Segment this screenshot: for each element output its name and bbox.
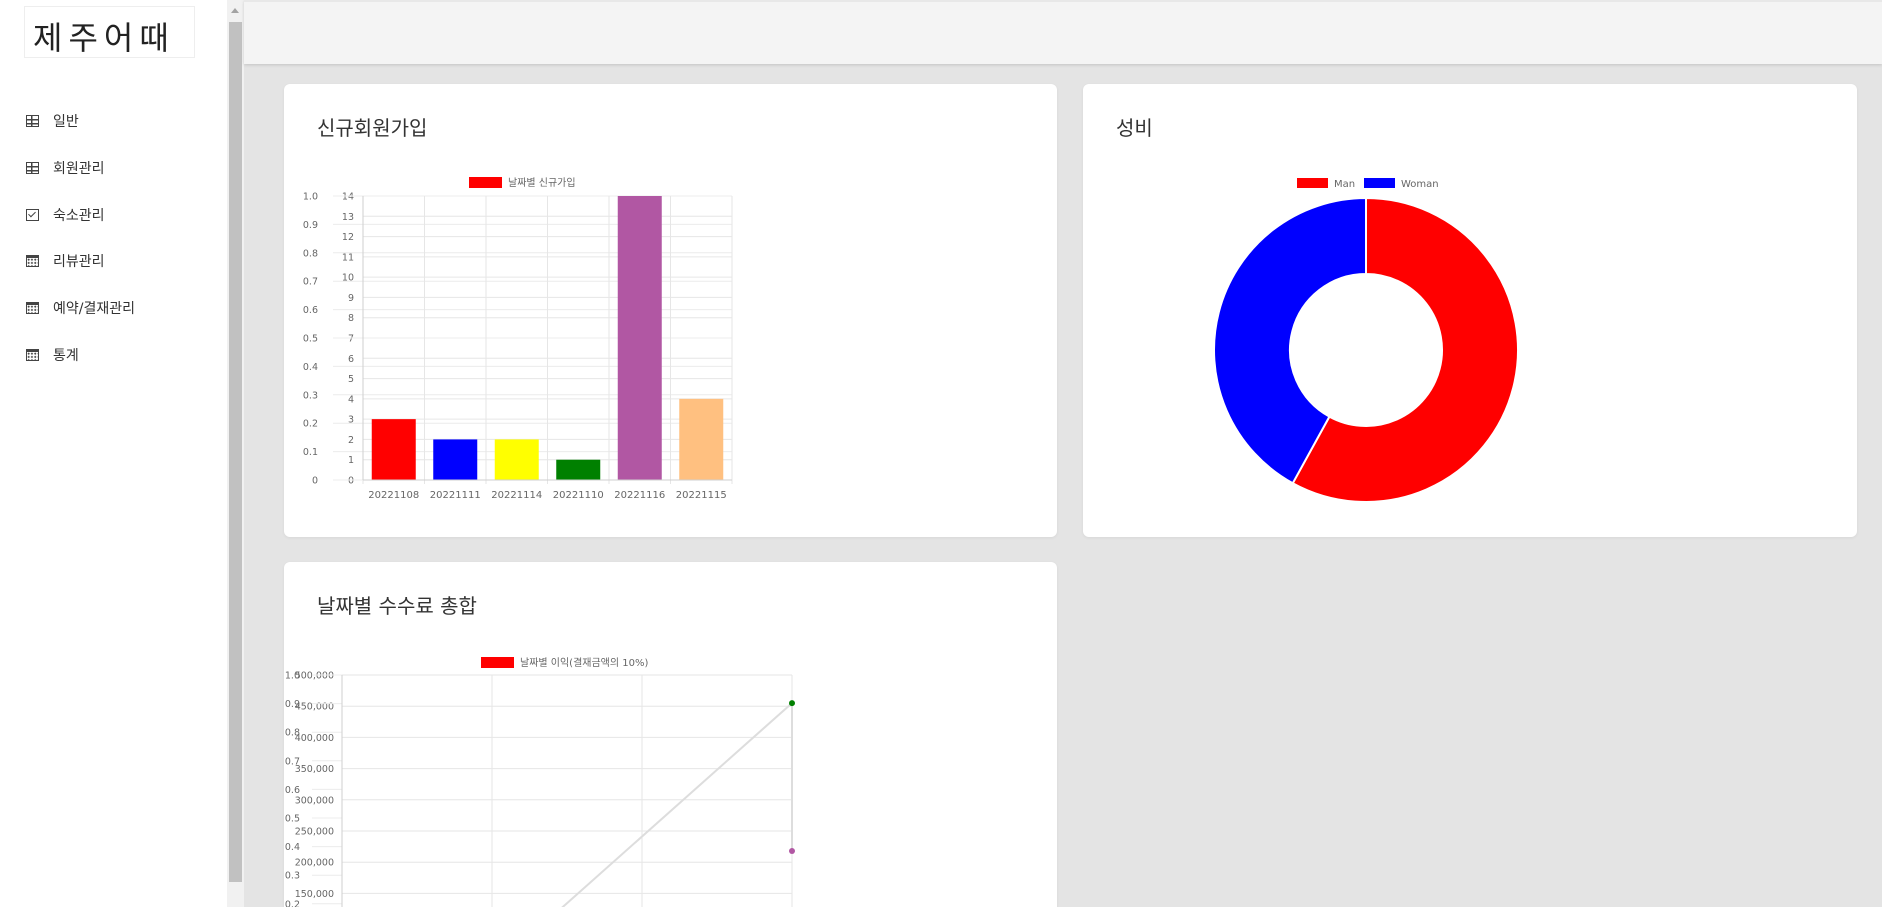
y-tick-label: 1: [348, 455, 354, 466]
y2-tick-label: 0.8: [303, 248, 318, 259]
y2-tick-label: 1.0: [303, 192, 318, 203]
check-square-icon: [26, 208, 39, 221]
legend-swatch: [481, 657, 514, 668]
legend-swatch: [1364, 178, 1395, 188]
sidebar-item-reviews[interactable]: 리뷰관리: [0, 238, 227, 285]
y-tick-label: 11: [342, 252, 354, 263]
bar: [679, 398, 724, 480]
bar: [617, 196, 662, 480]
x-tick-label: 20221110: [553, 490, 604, 501]
y2-tick-label: 0.4: [285, 842, 300, 853]
y2-tick-label: 0.9: [303, 220, 318, 231]
y-tick-label: 0: [348, 476, 354, 487]
data-point: [789, 700, 795, 707]
x-tick-label: 20221116: [614, 490, 665, 501]
data-point: [789, 847, 795, 854]
sidebar-item-label: 통계: [53, 347, 79, 364]
sidebar-item-general[interactable]: 일반: [0, 98, 227, 145]
fees-line-chart: 날짜별 이익(결재금액의 10%)500,000450,000400,00035…: [285, 657, 795, 907]
sidebar: 제주어때 일반 회원관리 숙소관리 리뷰관리 예약/결재관리 통계: [0, 0, 227, 907]
y-tick-label: 7: [348, 334, 354, 345]
legend-label: Woman: [1401, 179, 1439, 190]
y-tick-label: 6: [348, 354, 354, 365]
sidebar-item-members[interactable]: 회원관리: [0, 145, 227, 192]
sidebar-item-label: 리뷰관리: [53, 254, 105, 271]
x-tick-label: 20221114: [491, 490, 542, 501]
fees-card: 날짜별 수수료 총합 날짜별 이익(결재금액의 10%) 500,000 450,0…: [284, 562, 1057, 907]
y-tick-label: 2: [348, 435, 354, 446]
x-tick-label: 20221108: [368, 490, 419, 501]
legend-swatch: [469, 177, 502, 188]
legend-swatch: [1297, 178, 1328, 188]
x-tick-label: 20221115: [676, 490, 727, 501]
top-bar: [244, 0, 1882, 64]
gender-card: 성비 Man Woman: [1083, 84, 1857, 537]
sidebar-item-label: 숙소관리: [53, 207, 105, 224]
y-tick-label: 4: [348, 394, 354, 405]
y-tick-label: 5: [348, 374, 354, 385]
y-tick-label: 250,000: [295, 827, 334, 838]
y2-tick-label: 0.6: [303, 305, 318, 316]
signup-card: 신규회원가입 날짜별 신규가입 0 1 2 3 4 5 6 7 8 9 10 11 12 13 14 0 0.1 0…: [284, 84, 1057, 537]
y-tick-label: 14: [342, 192, 354, 203]
y-tick-label: 13: [342, 212, 354, 223]
scroll-thumb[interactable]: [229, 22, 242, 882]
y-tick-label: 200,000: [295, 858, 334, 869]
sidebar-item-label: 회원관리: [53, 161, 105, 178]
calendar-icon: [26, 255, 39, 268]
y-tick-label: 12: [342, 232, 354, 243]
scroll-up-arrow-icon[interactable]: [231, 8, 239, 13]
y2-tick-label: 0.4: [303, 362, 318, 373]
y-tick-label: 8: [348, 313, 354, 324]
y2-tick-label: 0.2: [285, 899, 300, 907]
signup-bar-chart: 날짜별 신규가입0123456789101112131400.10.20.30.…: [303, 176, 733, 501]
logo[interactable]: 제주어때: [24, 6, 195, 58]
bar: [433, 439, 478, 480]
y-tick-label: 9: [348, 293, 354, 304]
table-icon: [26, 162, 39, 175]
y2-tick-label: 0.9: [285, 699, 300, 710]
y2-tick-label: 0.8: [285, 728, 300, 739]
sidebar-item-reservations[interactable]: 예약/결재관리: [0, 285, 227, 332]
y2-tick-label: 0.2: [303, 419, 318, 430]
series-line: [561, 700, 793, 907]
y-tick-label: 3: [348, 415, 354, 426]
calendar-icon: [26, 302, 39, 315]
y2-tick-label: 0.7: [303, 277, 318, 288]
y2-tick-label: 1.0: [285, 671, 300, 682]
y2-tick-label: 0.3: [285, 871, 300, 882]
bar: [371, 419, 416, 480]
sidebar-item-stats[interactable]: 통계: [0, 331, 227, 378]
gender-doughnut-chart: Man Woman: [1213, 178, 1519, 503]
y2-tick-label: 0: [312, 476, 318, 487]
sidebar-scrollbar[interactable]: [227, 0, 244, 907]
legend-label: 날짜별 신규가입: [508, 176, 576, 189]
sidebar-item-label: 일반: [53, 114, 79, 131]
y2-tick-label: 0.1: [303, 447, 318, 458]
sidebar-item-label: 예약/결재관리: [53, 301, 135, 318]
x-tick-label: 20221111: [430, 490, 481, 501]
y-tick-label: 500,000: [295, 671, 334, 682]
y-tick-label: 150,000: [295, 889, 334, 900]
y2-tick-label: 0.5: [285, 814, 300, 825]
legend-label: 날짜별 이익(결재금액의 10%): [520, 657, 648, 669]
y-tick-label: 10: [342, 273, 354, 284]
y2-tick-label: 0.5: [303, 334, 318, 345]
table-icon: [26, 115, 39, 128]
calendar-icon: [26, 348, 39, 361]
y2-tick-label: 0.6: [285, 785, 300, 796]
bar: [494, 439, 539, 480]
legend-label: Man: [1334, 179, 1355, 190]
y2-tick-label: 0.3: [303, 390, 318, 401]
y-tick-label: 400,000: [295, 733, 334, 744]
sidebar-nav: 일반 회원관리 숙소관리 리뷰관리 예약/결재관리 통계: [0, 98, 227, 378]
bar: [556, 459, 601, 480]
y-tick-label: 300,000: [295, 795, 334, 806]
y2-tick-label: 0.7: [285, 756, 300, 767]
sidebar-item-lodging[interactable]: 숙소관리: [0, 191, 227, 238]
y-tick-label: 350,000: [295, 764, 334, 775]
